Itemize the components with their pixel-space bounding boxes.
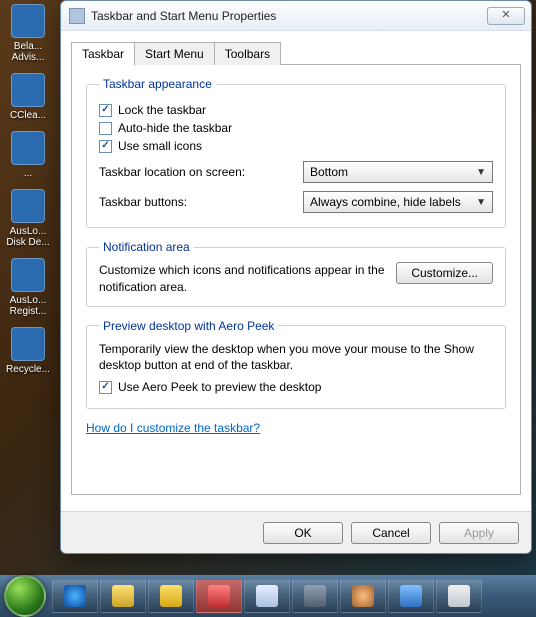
taskbar-item-explorer[interactable] <box>100 579 146 613</box>
group-notification-legend: Notification area <box>99 240 194 254</box>
desktop-icon[interactable]: AusLo... Disk De... <box>2 189 54 248</box>
folder-icon <box>112 585 134 607</box>
group-notification: Notification area Customize which icons … <box>86 240 506 307</box>
dropdown-taskbar-location-value: Bottom <box>310 165 348 179</box>
taskbar-item-paint[interactable] <box>340 579 386 613</box>
checkbox-aero-peek[interactable]: ✓ <box>99 381 112 394</box>
titlebar[interactable]: Taskbar and Start Menu Properties ✕ <box>61 1 531 31</box>
tab-toolbars[interactable]: Toolbars <box>214 42 281 65</box>
taskbar-item-sticky[interactable] <box>148 579 194 613</box>
properties-dialog: Taskbar and Start Menu Properties ✕ Task… <box>60 0 532 554</box>
label-taskbar-buttons: Taskbar buttons: <box>99 195 187 209</box>
dropdown-taskbar-location[interactable]: Bottom ▼ <box>303 161 493 183</box>
notification-text: Customize which icons and notifications … <box>99 262 386 296</box>
tab-startmenu[interactable]: Start Menu <box>134 42 215 65</box>
label-aero-peek: Use Aero Peek to preview the desktop <box>118 380 321 394</box>
taskbar-item-calc[interactable] <box>244 579 290 613</box>
close-button[interactable]: ✕ <box>487 7 525 25</box>
snipping-icon <box>208 585 230 607</box>
label-taskbar-location: Taskbar location on screen: <box>99 165 245 179</box>
group-aero-peek-legend: Preview desktop with Aero Peek <box>99 319 278 333</box>
ie-icon <box>64 585 86 607</box>
taskbar-item-ie[interactable] <box>52 579 98 613</box>
calculator-icon <box>256 585 278 607</box>
dialog-button-bar: OK Cancel Apply <box>61 511 531 553</box>
tab-panel-taskbar: Taskbar appearance ✓ Lock the taskbar Au… <box>71 65 521 495</box>
desktop-icon[interactable]: Recycle... <box>2 327 54 375</box>
chevron-down-icon: ▼ <box>476 197 486 208</box>
group-appearance: Taskbar appearance ✓ Lock the taskbar Au… <box>86 77 506 228</box>
group-aero-peek: Preview desktop with Aero Peek Temporari… <box>86 319 506 410</box>
dropdown-taskbar-buttons[interactable]: Always combine, hide labels ▼ <box>303 191 493 213</box>
chevron-down-icon: ▼ <box>476 167 486 178</box>
app-icon <box>304 585 326 607</box>
window-icon <box>69 8 85 24</box>
apply-button[interactable]: Apply <box>439 522 519 544</box>
window-title: Taskbar and Start Menu Properties <box>91 9 487 23</box>
desktop-icon[interactable]: Bela... Advis... <box>2 4 54 63</box>
properties-icon <box>448 585 470 607</box>
taskbar-item-snipping[interactable] <box>196 579 242 613</box>
help-link[interactable]: How do I customize the taskbar? <box>86 421 260 435</box>
checkbox-small-icons[interactable]: ✓ <box>99 140 112 153</box>
taskbar-item-properties[interactable] <box>436 579 482 613</box>
dropdown-taskbar-buttons-value: Always combine, hide labels <box>310 195 461 209</box>
people-icon <box>400 585 422 607</box>
sticky-note-icon <box>160 585 182 607</box>
checkbox-autohide-taskbar[interactable] <box>99 122 112 135</box>
desktop-icon[interactable]: AusLo... Regist... <box>2 258 54 317</box>
desktop-area: Bela... Advis... CClea... ... AusLo... D… <box>0 0 60 570</box>
tab-strip: Taskbar Start Menu Toolbars <box>71 41 521 65</box>
paint-icon <box>352 585 374 607</box>
dialog-body: Taskbar Start Menu Toolbars Taskbar appe… <box>61 31 531 511</box>
desktop-icon[interactable]: CClea... <box>2 73 54 121</box>
taskbar <box>0 575 536 617</box>
cancel-button[interactable]: Cancel <box>351 522 431 544</box>
group-appearance-legend: Taskbar appearance <box>99 77 216 91</box>
label-lock-taskbar: Lock the taskbar <box>118 103 206 117</box>
customize-button[interactable]: Customize... <box>396 262 493 284</box>
label-autohide-taskbar: Auto-hide the taskbar <box>118 121 232 135</box>
tab-taskbar[interactable]: Taskbar <box>71 42 135 65</box>
label-small-icons: Use small icons <box>118 139 202 153</box>
aero-peek-text: Temporarily view the desktop when you mo… <box>99 341 493 375</box>
taskbar-item-people[interactable] <box>388 579 434 613</box>
ok-button[interactable]: OK <box>263 522 343 544</box>
checkbox-lock-taskbar[interactable]: ✓ <box>99 104 112 117</box>
taskbar-item-app[interactable] <box>292 579 338 613</box>
start-button[interactable] <box>4 575 46 617</box>
desktop-icon[interactable]: ... <box>2 131 54 179</box>
